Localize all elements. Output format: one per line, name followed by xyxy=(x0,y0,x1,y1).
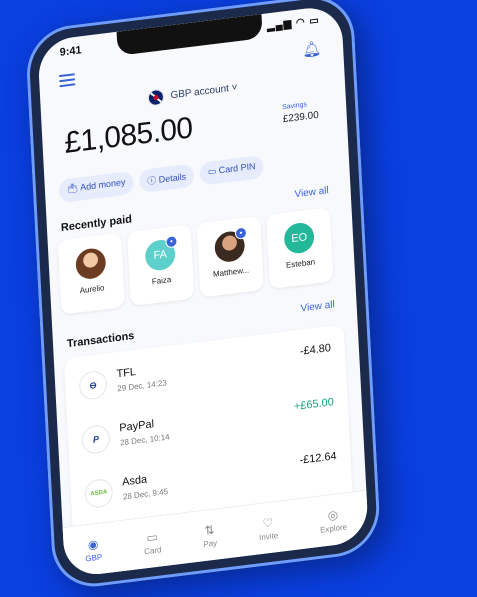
gift-icon: ♡ xyxy=(262,514,274,531)
transactions-view-all[interactable]: View all xyxy=(300,299,335,314)
tab-label: Card xyxy=(143,544,162,556)
transaction-date: 28 Dec, 9:45 xyxy=(122,486,169,502)
payee-card[interactable]: FA ● Faiza xyxy=(127,224,195,307)
tab-label: Invite xyxy=(258,530,279,542)
savings-summary[interactable]: Savings £239.00 xyxy=(282,100,319,125)
uk-flag-icon: ◉ xyxy=(87,536,99,552)
details-button[interactable]: ⓘ Details xyxy=(138,163,195,194)
add-money-label: Add money xyxy=(79,176,126,193)
tab-gbp[interactable]: ◉ GBP xyxy=(84,536,102,563)
transaction-amount: +£65.00 xyxy=(293,396,335,414)
avatar: EO xyxy=(283,221,315,255)
payee-card[interactable]: Aurelio xyxy=(57,232,125,315)
tab-invite[interactable]: ♡ Invite xyxy=(258,514,279,542)
tab-label: Pay xyxy=(203,537,218,549)
payee-card[interactable]: EO Esteban xyxy=(266,207,334,290)
uk-flag-icon xyxy=(147,88,165,107)
payee-name: Esteban xyxy=(285,257,316,270)
asda-logo-icon: ASDA xyxy=(84,477,114,510)
recently-paid-view-all[interactable]: View all xyxy=(294,185,329,200)
bank-badge-icon: ● xyxy=(165,234,178,249)
account-label: GBP account ˅ xyxy=(170,82,238,102)
tfl-logo-icon: ⊖ xyxy=(78,369,108,402)
transaction-name: TFL xyxy=(116,365,137,381)
savings-value: £239.00 xyxy=(282,109,320,126)
recently-paid-title: Recently paid xyxy=(60,213,133,235)
balance-amount: £1,085.00 xyxy=(63,111,194,161)
payee-name: Faiza xyxy=(151,275,172,287)
phone-mockup: 9:41 ▂▄▆ ◠ ▭ 🔔︎ GBP account ˅ £1,085.00 … xyxy=(0,0,441,597)
transaction-name: PayPal xyxy=(119,418,155,435)
payee-name: Aurelio xyxy=(79,283,105,296)
transfer-arrows-icon: ⇅ xyxy=(204,522,215,538)
avatar: ● xyxy=(214,226,248,264)
payee-name: Matthew... xyxy=(212,265,250,279)
tab-label: GBP xyxy=(85,551,103,564)
card-pin-label: Card PIN xyxy=(218,160,256,176)
add-money-button[interactable]: 👛︎ Add money xyxy=(58,170,135,204)
avatar: FA ● xyxy=(144,234,178,273)
menu-icon[interactable] xyxy=(58,73,76,88)
transactions-title: Transactions xyxy=(66,329,135,351)
tab-pay[interactable]: ⇅ Pay xyxy=(202,522,218,549)
avatar xyxy=(75,246,107,281)
avatar-initials: EO xyxy=(290,231,308,246)
transaction-amount: -£4.80 xyxy=(299,342,332,358)
compass-icon: ◎ xyxy=(327,506,339,523)
payee-card[interactable]: ● Matthew... xyxy=(196,215,264,298)
bank-badge-icon: ● xyxy=(234,226,248,240)
transaction-date: 28 Dec, 10:14 xyxy=(119,432,170,448)
tab-explore[interactable]: ◎ Explore xyxy=(319,506,347,534)
tab-label: Explore xyxy=(319,521,348,535)
card-icon: ▭ xyxy=(146,529,159,545)
app-screen: 9:41 ▂▄▆ ◠ ▭ 🔔︎ GBP account ˅ £1,085.00 … xyxy=(37,4,369,579)
details-label: Details xyxy=(158,171,187,185)
transaction-amount: -£12.64 xyxy=(299,450,337,467)
bell-icon[interactable]: 🔔︎ xyxy=(302,39,322,59)
status-icons: ▂▄▆ ◠ ▭ xyxy=(266,14,321,33)
transaction-date: 29 Dec, 14:23 xyxy=(117,378,167,394)
tab-card[interactable]: ▭ Card xyxy=(143,529,162,556)
paypal-logo-icon: P xyxy=(81,423,111,456)
card-pin-button[interactable]: ▭ Card PIN xyxy=(199,154,265,186)
transaction-name: Asda xyxy=(121,473,148,489)
avatar-initials: FA xyxy=(153,248,168,262)
status-time: 9:41 xyxy=(59,44,82,59)
phone-frame: 9:41 ▂▄▆ ◠ ▭ 🔔︎ GBP account ˅ £1,085.00 … xyxy=(24,0,382,592)
